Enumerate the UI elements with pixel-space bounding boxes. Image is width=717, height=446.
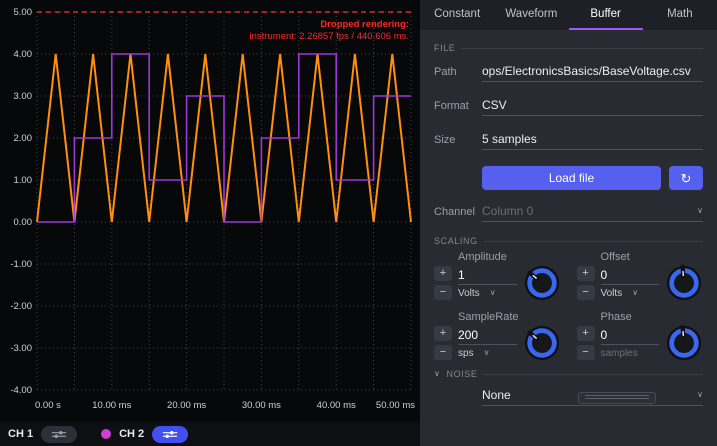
y-tick-label: -3.00 xyxy=(10,343,32,354)
y-tick-label: -4.00 xyxy=(10,385,32,396)
chevron-down-icon: ∨ xyxy=(484,349,490,357)
x-tick-label: 0.00 s xyxy=(35,400,61,411)
channel-select[interactable]: Column 0 ∨ xyxy=(482,202,703,222)
tab-waveform[interactable]: Waveform xyxy=(494,0,568,30)
ch2-trace xyxy=(37,54,411,222)
render-warning-line2: instrument: 2.26857 fps / 440.606 ms. xyxy=(250,31,409,42)
path-row: Path ops/ElectronicsBasics/BaseVoltage.c… xyxy=(434,62,703,82)
y-tick-label: 5.00 xyxy=(14,7,33,18)
samplerate-name: SampleRate xyxy=(458,311,561,323)
noise-section-label: NOISE xyxy=(446,369,477,379)
channel-label: Channel xyxy=(434,206,482,218)
x-tick-label: 10.00 ms xyxy=(92,400,131,411)
offset-value-field[interactable]: 0 xyxy=(601,268,660,285)
x-tick-label: 40.00 ms xyxy=(317,400,356,411)
size-label: Size xyxy=(434,134,482,146)
format-label: Format xyxy=(434,100,482,112)
x-tick-label: 50.00 ms xyxy=(376,400,415,411)
amplitude-control: Amplitude + − 1 Volts ∨ xyxy=(434,251,561,302)
chevron-down-icon: ∨ xyxy=(490,289,496,297)
samplerate-knob[interactable] xyxy=(523,324,561,362)
amplitude-unit-select[interactable]: Volts ∨ xyxy=(458,288,517,299)
samplerate-value-field[interactable]: 200 xyxy=(458,328,517,345)
refresh-icon: ↻ xyxy=(681,171,692,186)
channel-row: Channel Column 0 ∨ xyxy=(434,202,703,222)
tab-math[interactable]: Math xyxy=(643,0,717,30)
ch2-settings-button[interactable] xyxy=(152,426,188,443)
chevron-down-icon: ∨ xyxy=(697,207,703,215)
app-root: 5.00 4.00 3.00 2.00 1.00 0.00 -1.00 -2.00 -3.00 -… xyxy=(0,0,717,446)
amplitude-decrement-button[interactable]: − xyxy=(434,285,452,300)
file-buttons-row: Load file ↻ xyxy=(482,166,703,190)
file-section-header: FILE xyxy=(434,43,703,53)
sliders-icon xyxy=(162,430,178,439)
oscilloscope-display: 5.00 4.00 3.00 2.00 1.00 0.00 -1.00 -2.00 -3.00 -… xyxy=(0,0,420,422)
path-field[interactable]: ops/ElectronicsBasics/BaseVoltage.csv xyxy=(482,62,703,82)
path-label: Path xyxy=(434,66,482,78)
size-row: Size 5 samples xyxy=(434,130,703,150)
scaling-section-label: SCALING xyxy=(434,236,478,246)
scaling-section-header: SCALING xyxy=(434,236,703,246)
source-panel: Constant Waveform Buffer Math FILE Path … xyxy=(420,0,717,446)
phase-control: Phase + − 0 samples xyxy=(577,311,704,362)
y-tick-label: 1.00 xyxy=(14,175,33,186)
source-tabs: Constant Waveform Buffer Math xyxy=(420,0,717,30)
amplitude-value-field[interactable]: 1 xyxy=(458,268,517,285)
scope-column: 5.00 4.00 3.00 2.00 1.00 0.00 -1.00 -2.00 -3.00 -… xyxy=(0,0,420,446)
load-file-button[interactable]: Load file xyxy=(482,166,661,190)
tab-constant[interactable]: Constant xyxy=(420,0,494,30)
phase-knob[interactable] xyxy=(665,324,703,362)
phase-name: Phase xyxy=(601,311,704,323)
file-section-label: FILE xyxy=(434,43,455,53)
size-field[interactable]: 5 samples xyxy=(482,130,703,150)
offset-decrement-button[interactable]: − xyxy=(577,285,595,300)
offset-knob[interactable] xyxy=(665,264,703,302)
x-tick-label: 20.00 ms xyxy=(167,400,206,411)
format-field[interactable]: CSV xyxy=(482,96,703,116)
ch2-label: CH 2 xyxy=(119,428,144,440)
samplerate-increment-button[interactable]: + xyxy=(434,326,452,341)
ch2-color-dot xyxy=(101,429,111,439)
chevron-down-icon: ∨ xyxy=(632,289,638,297)
amplitude-name: Amplitude xyxy=(458,251,561,263)
sliders-icon xyxy=(51,430,67,439)
refresh-button[interactable]: ↻ xyxy=(669,166,703,190)
scope-plot: 5.00 4.00 3.00 2.00 1.00 0.00 -1.00 -2.00 -3.00 -… xyxy=(0,0,420,422)
phase-value-field[interactable]: 0 xyxy=(601,328,660,345)
samplerate-unit-select[interactable]: sps ∨ xyxy=(458,348,517,359)
noise-section-header[interactable]: ∨ NOISE xyxy=(434,369,703,379)
y-tick-label: 4.00 xyxy=(14,49,33,60)
y-tick-label: 3.00 xyxy=(14,91,33,102)
y-tick-label: 2.00 xyxy=(14,133,33,144)
samplerate-decrement-button[interactable]: − xyxy=(434,345,452,360)
tab-buffer[interactable]: Buffer xyxy=(569,0,643,30)
phase-increment-button[interactable]: + xyxy=(577,326,595,341)
offset-increment-button[interactable]: + xyxy=(577,266,595,281)
format-row: Format CSV xyxy=(434,96,703,116)
chevron-down-icon: ∨ xyxy=(697,391,703,399)
panel-body: FILE Path ops/ElectronicsBasics/BaseVolt… xyxy=(420,30,717,446)
y-tick-label: -1.00 xyxy=(10,259,32,270)
collapse-chevron-icon: ∨ xyxy=(434,370,440,378)
clipped-control[interactable] xyxy=(578,392,656,404)
offset-control: Offset + − 0 Volts ∨ xyxy=(577,251,704,302)
amplitude-knob[interactable] xyxy=(523,264,561,302)
samplerate-control: SampleRate + − 200 sps ∨ xyxy=(434,311,561,362)
phase-unit-label: samples xyxy=(601,348,660,359)
y-tick-label: -2.00 xyxy=(10,301,32,312)
offset-name: Offset xyxy=(601,251,704,263)
render-warning-line1: Dropped rendering: xyxy=(320,19,409,30)
channel-bar: CH 1 CH 2 xyxy=(0,422,420,446)
amplitude-increment-button[interactable]: + xyxy=(434,266,452,281)
offset-unit-select[interactable]: Volts ∨ xyxy=(601,288,660,299)
y-tick-label: 0.00 xyxy=(14,217,33,228)
x-tick-label: 30.00 ms xyxy=(242,400,281,411)
ch1-settings-button[interactable] xyxy=(41,426,77,443)
phase-decrement-button[interactable]: − xyxy=(577,345,595,360)
scaling-grid: Amplitude + − 1 Volts ∨ xyxy=(434,251,703,362)
ch1-label: CH 1 xyxy=(8,428,33,440)
